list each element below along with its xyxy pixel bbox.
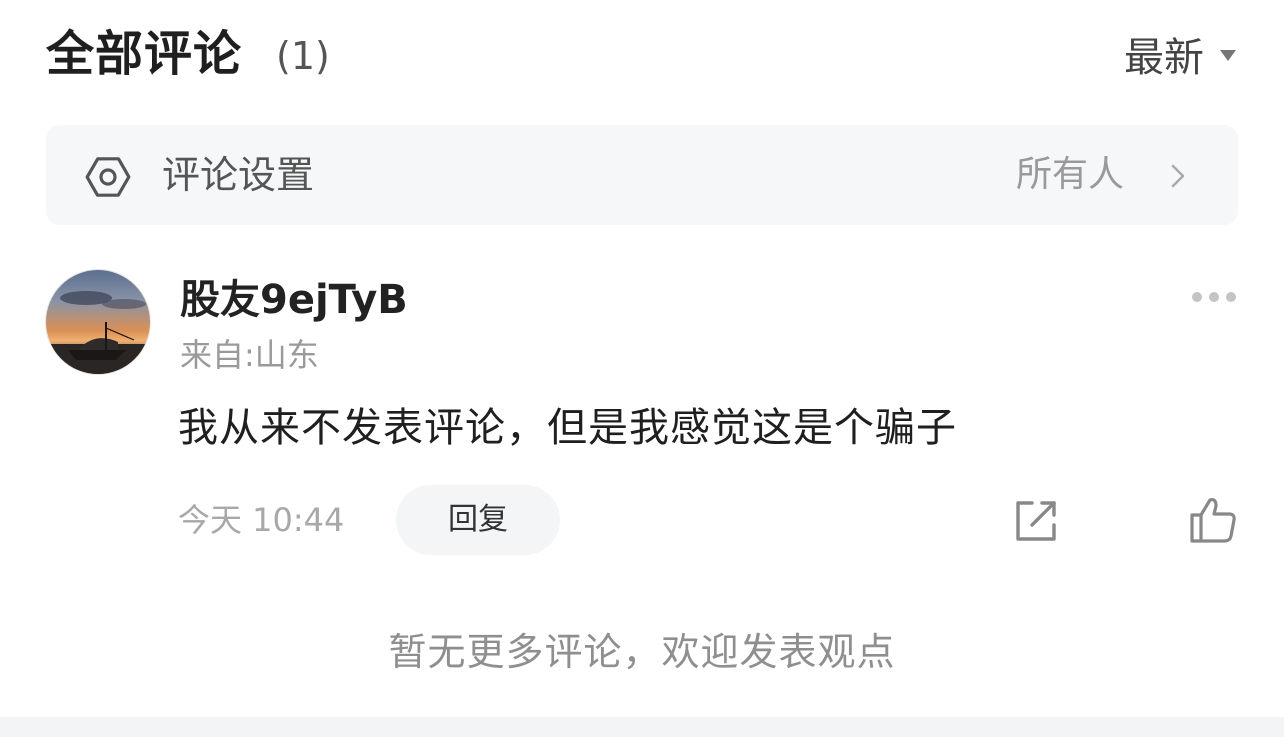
bottom-divider [0, 717, 1284, 737]
comment-username[interactable]: 股友9ejTyB [180, 272, 408, 328]
more-options-icon[interactable] [1192, 286, 1236, 308]
avatar-sunset-image [46, 291, 150, 374]
dot [1192, 292, 1202, 302]
avatar[interactable] [46, 270, 150, 374]
thumbs-up-icon[interactable] [1188, 495, 1238, 545]
share-icon[interactable] [1012, 497, 1060, 545]
comment-location: 来自:山东 [180, 336, 319, 374]
comment-text: 我从来不发表评论，但是我感觉这是个骗子 [178, 405, 957, 451]
comment-time: 今天 10:44 [178, 501, 345, 539]
gear-icon [85, 157, 131, 197]
sort-label: 最新 [1124, 35, 1204, 81]
comments-count: (1) [276, 34, 330, 78]
comments-title: 全部评论 [46, 26, 243, 82]
chevron-right-icon [1171, 164, 1185, 188]
comment-settings-row[interactable]: 评论设置 所有人 [46, 125, 1238, 225]
comment-settings-label: 评论设置 [162, 153, 315, 197]
no-more-comments-text: 暂无更多评论，欢迎发表观点 [388, 630, 896, 674]
dot [1209, 292, 1219, 302]
caret-down-icon [1220, 49, 1236, 61]
sort-dropdown[interactable]: 最新 [1124, 22, 1236, 86]
comments-header: 全部评论 (1) 最新 [46, 22, 1236, 86]
dot [1226, 292, 1236, 302]
reply-button[interactable]: 回复 [396, 485, 560, 555]
comment-settings-value: 所有人 [1015, 154, 1124, 195]
